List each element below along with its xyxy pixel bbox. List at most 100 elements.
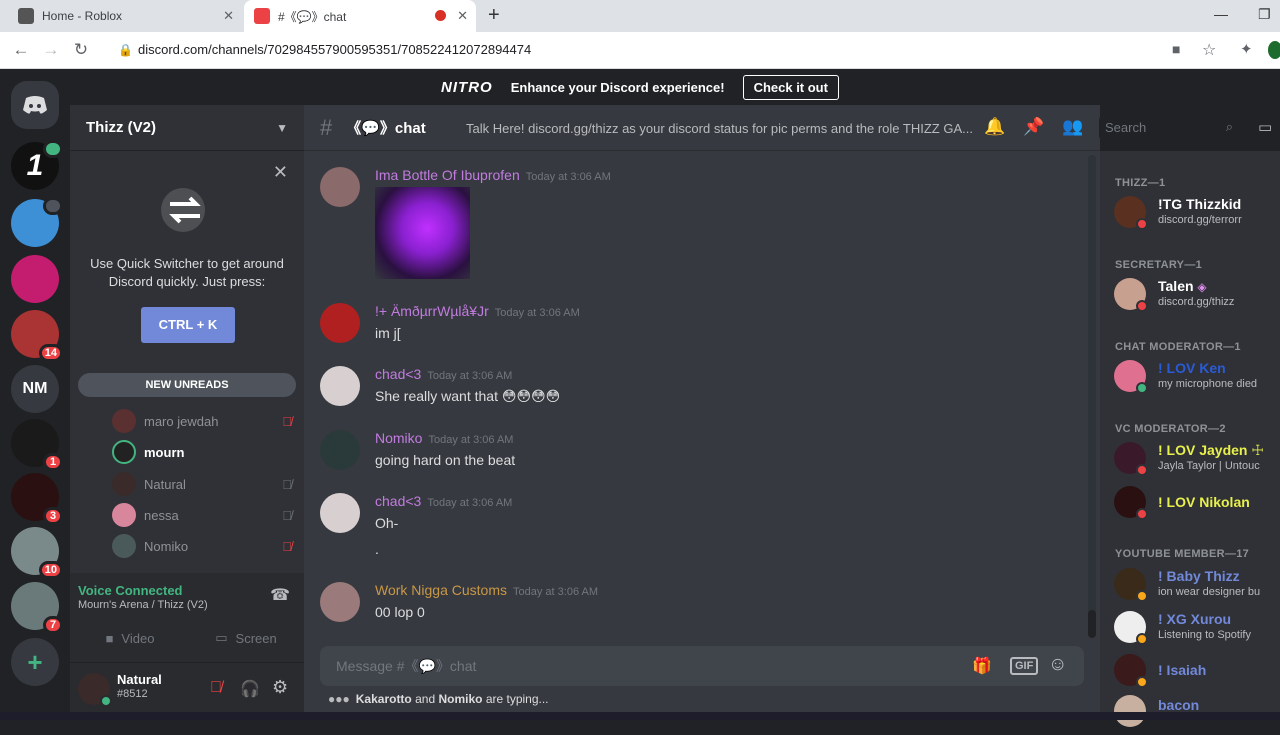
avatar	[112, 534, 136, 558]
close-tab-icon[interactable]: ✕	[223, 8, 234, 24]
profile-avatar[interactable]	[1268, 41, 1280, 59]
message-text: .	[375, 541, 379, 557]
voice-user[interactable]: nessa 🎙̸	[112, 503, 292, 527]
emoji-icon[interactable]: ☺	[1048, 654, 1067, 676]
pin-icon[interactable]: 📌	[1023, 117, 1044, 137]
message-input[interactable]: Message #《💬》chat 🎁 GIF ☺	[320, 646, 1084, 686]
guild-icon[interactable]: 14	[11, 310, 63, 362]
star-icon[interactable]: ☆	[1202, 40, 1216, 60]
chevron-down-icon: ▼	[276, 120, 288, 135]
scrollbar-track[interactable]	[1088, 155, 1096, 638]
back-icon[interactable]: ←	[6, 40, 36, 60]
guild-list: 1 14 NM 1 3 10 7 +	[0, 69, 70, 720]
tab-roblox[interactable]: Home - Roblox ✕	[8, 0, 242, 32]
guild-icon[interactable]: 10	[11, 527, 63, 579]
members-icon[interactable]: 👥	[1062, 117, 1083, 137]
member[interactable]: !TG Thizzkid discord.gg/terrorr	[1114, 196, 1280, 236]
guild-icon[interactable]: NM	[11, 365, 59, 413]
lock-icon: 🔒	[118, 43, 133, 57]
timestamp: Today at 3:06 AM	[428, 434, 514, 446]
message-author[interactable]: Work Nigga Customs Today at 3:06 AM	[375, 582, 598, 598]
channel-header: # 《💬》chat Talk Here! discord.gg/thizz as…	[304, 105, 1100, 151]
avatar[interactable]	[320, 167, 360, 207]
message: Ima Bottle Of Ibuprofen Today at 3:06 AM	[320, 167, 1080, 287]
check-it-out-button[interactable]: Check it out	[742, 74, 839, 100]
member[interactable]: ! LOV Jayden ☩ Jayla Taylor | Untouc	[1114, 442, 1280, 482]
close-tab-icon[interactable]: ✕	[457, 8, 468, 24]
bell-icon[interactable]: 🔔	[984, 117, 1005, 137]
screen-button[interactable]: ▭ Screen	[192, 623, 300, 653]
member-name: ! XG Xurou	[1158, 611, 1232, 627]
forward-icon[interactable]: →	[36, 40, 66, 60]
member-name-text: Talen	[1158, 278, 1194, 294]
guild-icon[interactable]: 1	[11, 419, 63, 471]
member[interactable]: ! Isaiah	[1114, 654, 1280, 694]
url-field[interactable]: discord.com/channels/702984557900595351/…	[138, 42, 531, 57]
guild-badge	[43, 140, 63, 158]
headphones-icon[interactable]: 🎧	[240, 679, 260, 699]
avatar[interactable]	[320, 430, 360, 470]
new-unreads-pill[interactable]: NEW UNREADS	[78, 373, 296, 397]
message-author[interactable]: !+ ÄmðµrrWµlå¥Jr Today at 3:06 AM	[375, 303, 580, 319]
voice-status: Voice Connected	[78, 583, 183, 598]
author-name: Ima Bottle Of Ibuprofen	[375, 167, 520, 183]
message-author[interactable]: chad<3 Today at 3:06 AM	[375, 366, 512, 382]
extensions-icon[interactable]: ✦	[1240, 40, 1253, 58]
user-tag: #8512	[117, 688, 148, 700]
scrollbar-thumb[interactable]	[1088, 610, 1096, 638]
server-header[interactable]: Thizz (V2) ▼	[70, 105, 304, 151]
inbox-icon[interactable]: ▭	[1258, 118, 1272, 136]
gift-icon[interactable]: 🎁	[972, 656, 992, 676]
message-author[interactable]: Nomiko Today at 3:06 AM	[375, 430, 513, 446]
add-server-icon[interactable]: +	[11, 638, 59, 686]
voice-user[interactable]: maro jewdah 🎙̸	[112, 409, 292, 433]
discord-home-icon[interactable]	[11, 81, 59, 129]
member[interactable]: ! XG Xurou Listening to Spotify	[1114, 611, 1280, 651]
new-tab-button[interactable]: +	[488, 4, 500, 27]
address-bar: ← → ↻ 🔒 discord.com/channels/70298455790…	[0, 32, 1280, 69]
member[interactable]: ! LOV Ken my microphone died	[1114, 360, 1280, 400]
message-image[interactable]	[375, 187, 470, 279]
voice-location[interactable]: Mourn's Arena / Thizz (V2)	[78, 599, 208, 611]
dnd-status-dot	[1136, 464, 1148, 476]
avatar[interactable]	[320, 493, 360, 533]
ctrl-k-button[interactable]: CTRL + K	[141, 307, 235, 343]
camera-icon[interactable]: ■	[1172, 41, 1180, 57]
gif-button[interactable]: GIF	[1010, 657, 1039, 675]
close-icon[interactable]: ✕	[273, 163, 288, 181]
timestamp: Today at 3:06 AM	[427, 370, 513, 382]
dnd-status-dot	[1136, 508, 1148, 520]
nitro-boost-icon: ◈	[1197, 280, 1207, 294]
avatar[interactable]	[320, 303, 360, 343]
member[interactable]: ! LOV Nikolan	[1114, 486, 1280, 526]
guild-icon[interactable]: 7	[11, 582, 63, 634]
guild-badge: 7	[43, 616, 63, 634]
voice-user[interactable]: Natural 🎙̸	[112, 472, 292, 496]
guild-icon[interactable]: 3	[11, 473, 63, 525]
video-button[interactable]: ■ Video	[76, 623, 184, 653]
disconnect-icon[interactable]: ☎	[270, 585, 290, 605]
guild-icon[interactable]	[11, 197, 63, 247]
reload-icon[interactable]: ↻	[66, 40, 96, 60]
tab-chat[interactable]: #《💬》chat ✕	[244, 0, 476, 32]
minimize-icon[interactable]: —	[1214, 6, 1228, 22]
author-name: Work Nigga Customs	[375, 582, 508, 598]
avatar	[112, 503, 136, 527]
avatar[interactable]	[320, 582, 360, 622]
voice-user[interactable]: Nomiko 🎙̸	[112, 534, 292, 558]
role-header: CHAT MODERATOR—1	[1115, 341, 1241, 353]
avatar[interactable]	[320, 366, 360, 406]
message-author[interactable]: Ima Bottle Of Ibuprofen Today at 3:06 AM	[375, 167, 611, 183]
member-name: ! LOV Nikolan	[1158, 494, 1250, 510]
restore-icon[interactable]: ❐	[1258, 6, 1271, 23]
guild-icon[interactable]: 1	[11, 140, 63, 190]
guild-icon[interactable]	[11, 255, 59, 303]
mute-icon[interactable]: 🎙̸	[210, 679, 222, 697]
search-input[interactable]: Search ⌕	[1099, 116, 1239, 140]
member[interactable]: Talen ◈ discord.gg/thizz	[1114, 278, 1280, 318]
message-author[interactable]: chad<3 Today at 3:06 AM	[375, 493, 512, 509]
channel-topic[interactable]: Talk Here! discord.gg/thizz as your disc…	[466, 121, 976, 136]
gear-icon[interactable]: ⚙	[272, 677, 288, 698]
voice-user[interactable]: mourn	[112, 440, 292, 464]
member[interactable]: ! Baby Thizz ion wear designer bu	[1114, 568, 1280, 608]
